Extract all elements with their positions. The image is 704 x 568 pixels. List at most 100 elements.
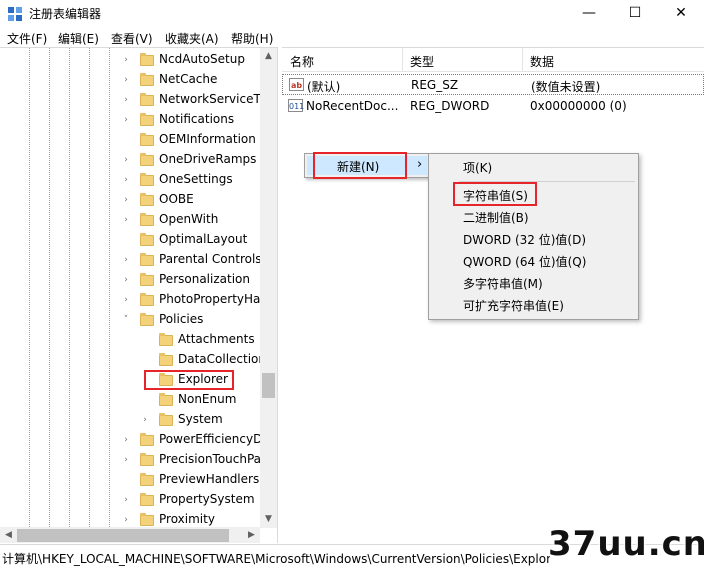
key-tree-pane[interactable]: › NcdAutoSetup › NetCache › NetworkServiceT…: [0, 47, 278, 543]
tree-item[interactable]: › NetCache: [0, 70, 262, 90]
tree-item[interactable]: › NcdAutoSetup: [0, 50, 262, 70]
column-name-header[interactable]: 名称: [290, 53, 314, 70]
expand-chevron-icon[interactable]: ›: [121, 454, 131, 466]
expand-chevron-icon: [140, 354, 150, 366]
tree-item-policies[interactable]: ˅ Policies: [0, 310, 262, 330]
tree-item[interactable]: NonEnum: [0, 390, 262, 410]
expand-chevron-icon: [140, 394, 150, 406]
scroll-thumb[interactable]: [262, 373, 275, 398]
tree-item-label: NcdAutoSetup: [159, 52, 245, 66]
expand-chevron-icon: [121, 234, 131, 246]
tree-item[interactable]: OptimalLayout: [0, 230, 262, 250]
tree-item-label: OEMInformation: [159, 132, 256, 146]
value-name: NoRecentDoc...: [306, 99, 399, 113]
tree-item-label: OptimalLayout: [159, 232, 248, 246]
submenu-item-expandable-string-value[interactable]: 可扩充字符串值(E): [463, 297, 564, 314]
value-row[interactable]: 011 NoRecentDoc... REG_DWORD 0x00000000 …: [282, 96, 704, 117]
tree-item[interactable]: OEMInformation: [0, 130, 262, 150]
maximize-button[interactable]: ☐: [612, 0, 658, 27]
expand-chevron-icon[interactable]: ›: [121, 494, 131, 506]
folder-icon: [140, 473, 154, 486]
folder-icon: [140, 173, 154, 186]
dword-value-icon: 011: [288, 99, 304, 112]
expand-chevron-icon[interactable]: ›: [121, 174, 131, 186]
scroll-up-arrow-icon[interactable]: ▲: [260, 48, 277, 65]
expand-chevron-icon: [121, 134, 131, 146]
expand-chevron-icon: [140, 334, 150, 346]
menu-help[interactable]: 帮助(H): [231, 30, 273, 47]
column-separator[interactable]: [522, 48, 523, 72]
column-type-header[interactable]: 类型: [410, 53, 434, 70]
scroll-right-arrow-icon[interactable]: ▶: [243, 527, 260, 543]
tree-item[interactable]: › OneDriveRamps: [0, 150, 262, 170]
expand-chevron-icon[interactable]: ›: [140, 414, 150, 426]
value-row[interactable]: ab (默认) REG_SZ (数值未设置): [282, 74, 704, 95]
tree-item[interactable]: › PowerEfficiencyDi: [0, 430, 266, 450]
tree-item[interactable]: › Personalization: [0, 270, 262, 290]
submenu-item-binary-value[interactable]: 二进制值(B): [463, 209, 529, 226]
value-type: REG_DWORD: [410, 99, 490, 113]
tree-item-label: NetCache: [159, 72, 218, 86]
expand-chevron-icon[interactable]: ›: [121, 254, 131, 266]
expand-chevron-icon[interactable]: ›: [121, 54, 131, 66]
tree-item[interactable]: Attachments: [0, 330, 262, 350]
tree-item-label: DataCollection: [178, 352, 267, 366]
expand-chevron-icon[interactable]: ›: [121, 514, 131, 526]
close-button[interactable]: ✕: [658, 0, 704, 27]
tree-item-label: PrecisionTouchPa: [159, 452, 262, 466]
value-data: (数值未设置): [531, 80, 601, 94]
menu-file[interactable]: 文件(F): [7, 30, 47, 47]
folder-icon: [159, 413, 173, 426]
folder-icon: [159, 333, 173, 346]
menu-edit[interactable]: 编辑(E): [58, 30, 99, 47]
column-separator[interactable]: [402, 48, 403, 72]
menu-view[interactable]: 查看(V): [111, 30, 153, 47]
tree-item[interactable]: › PrecisionTouchPa: [0, 450, 262, 470]
tree-vertical-scrollbar[interactable]: ▲ ▼: [260, 48, 277, 528]
expand-chevron-icon[interactable]: ›: [121, 194, 131, 206]
expand-chevron-icon[interactable]: ›: [121, 94, 131, 106]
tree-item[interactable]: › OneSettings: [0, 170, 262, 190]
minimize-button[interactable]: —: [566, 0, 612, 27]
tree-item[interactable]: › NetworkServiceTr: [0, 90, 264, 110]
folder-icon: [140, 233, 154, 246]
expand-chevron-icon[interactable]: ›: [121, 274, 131, 286]
menu-favorites[interactable]: 收藏夹(A): [165, 30, 219, 47]
tree-item[interactable]: › Notifications: [0, 110, 262, 130]
tree-item[interactable]: › PropertySystem: [0, 490, 262, 510]
expand-chevron-icon[interactable]: ›: [121, 214, 131, 226]
submenu-item-qword-value[interactable]: QWORD (64 位)值(Q): [463, 253, 586, 270]
tree-item[interactable]: › OpenWith: [0, 210, 262, 230]
expand-chevron-icon[interactable]: ›: [121, 154, 131, 166]
submenu-item-key[interactable]: 项(K): [463, 159, 492, 176]
collapse-chevron-icon[interactable]: ˅: [121, 314, 131, 326]
expand-chevron-icon[interactable]: ›: [121, 294, 131, 306]
expand-chevron-icon[interactable]: ›: [121, 74, 131, 86]
tree-item[interactable]: › OOBE: [0, 190, 262, 210]
tree-item[interactable]: › System: [0, 410, 262, 430]
menu-bar: 文件(F) 编辑(E) 查看(V) 收藏夹(A) 帮助(H): [0, 27, 704, 47]
tree-item[interactable]: › Parental Controls: [0, 250, 262, 270]
string-value-icon: ab: [289, 78, 304, 91]
folder-icon: [140, 213, 154, 226]
tree-item[interactable]: PreviewHandlers: [0, 470, 262, 490]
folder-open-icon: [140, 313, 154, 326]
expand-chevron-icon[interactable]: ›: [121, 434, 131, 446]
expand-chevron-icon[interactable]: ›: [121, 114, 131, 126]
tree-horizontal-scrollbar[interactable]: ◀ ▶: [0, 527, 260, 543]
scroll-down-arrow-icon[interactable]: ▼: [260, 511, 277, 528]
column-data-header[interactable]: 数据: [530, 53, 554, 70]
folder-icon: [140, 73, 154, 86]
registry-editor-icon: [8, 7, 22, 21]
tree-item[interactable]: › PhotoPropertyHa: [0, 290, 262, 310]
scroll-left-arrow-icon[interactable]: ◀: [0, 527, 17, 543]
folder-icon: [159, 393, 173, 406]
tree-item-label: OOBE: [159, 192, 194, 206]
folder-icon: [140, 153, 154, 166]
submenu-item-dword-value[interactable]: DWORD (32 位)值(D): [463, 231, 586, 248]
key-path: 计算机\HKEY_LOCAL_MACHINE\SOFTWARE\Microsof…: [2, 552, 550, 566]
submenu-item-multi-string-value[interactable]: 多字符串值(M): [463, 275, 543, 292]
scroll-thumb[interactable]: [17, 529, 229, 542]
tree-item[interactable]: DataCollection: [0, 350, 266, 370]
folder-icon: [140, 453, 154, 466]
